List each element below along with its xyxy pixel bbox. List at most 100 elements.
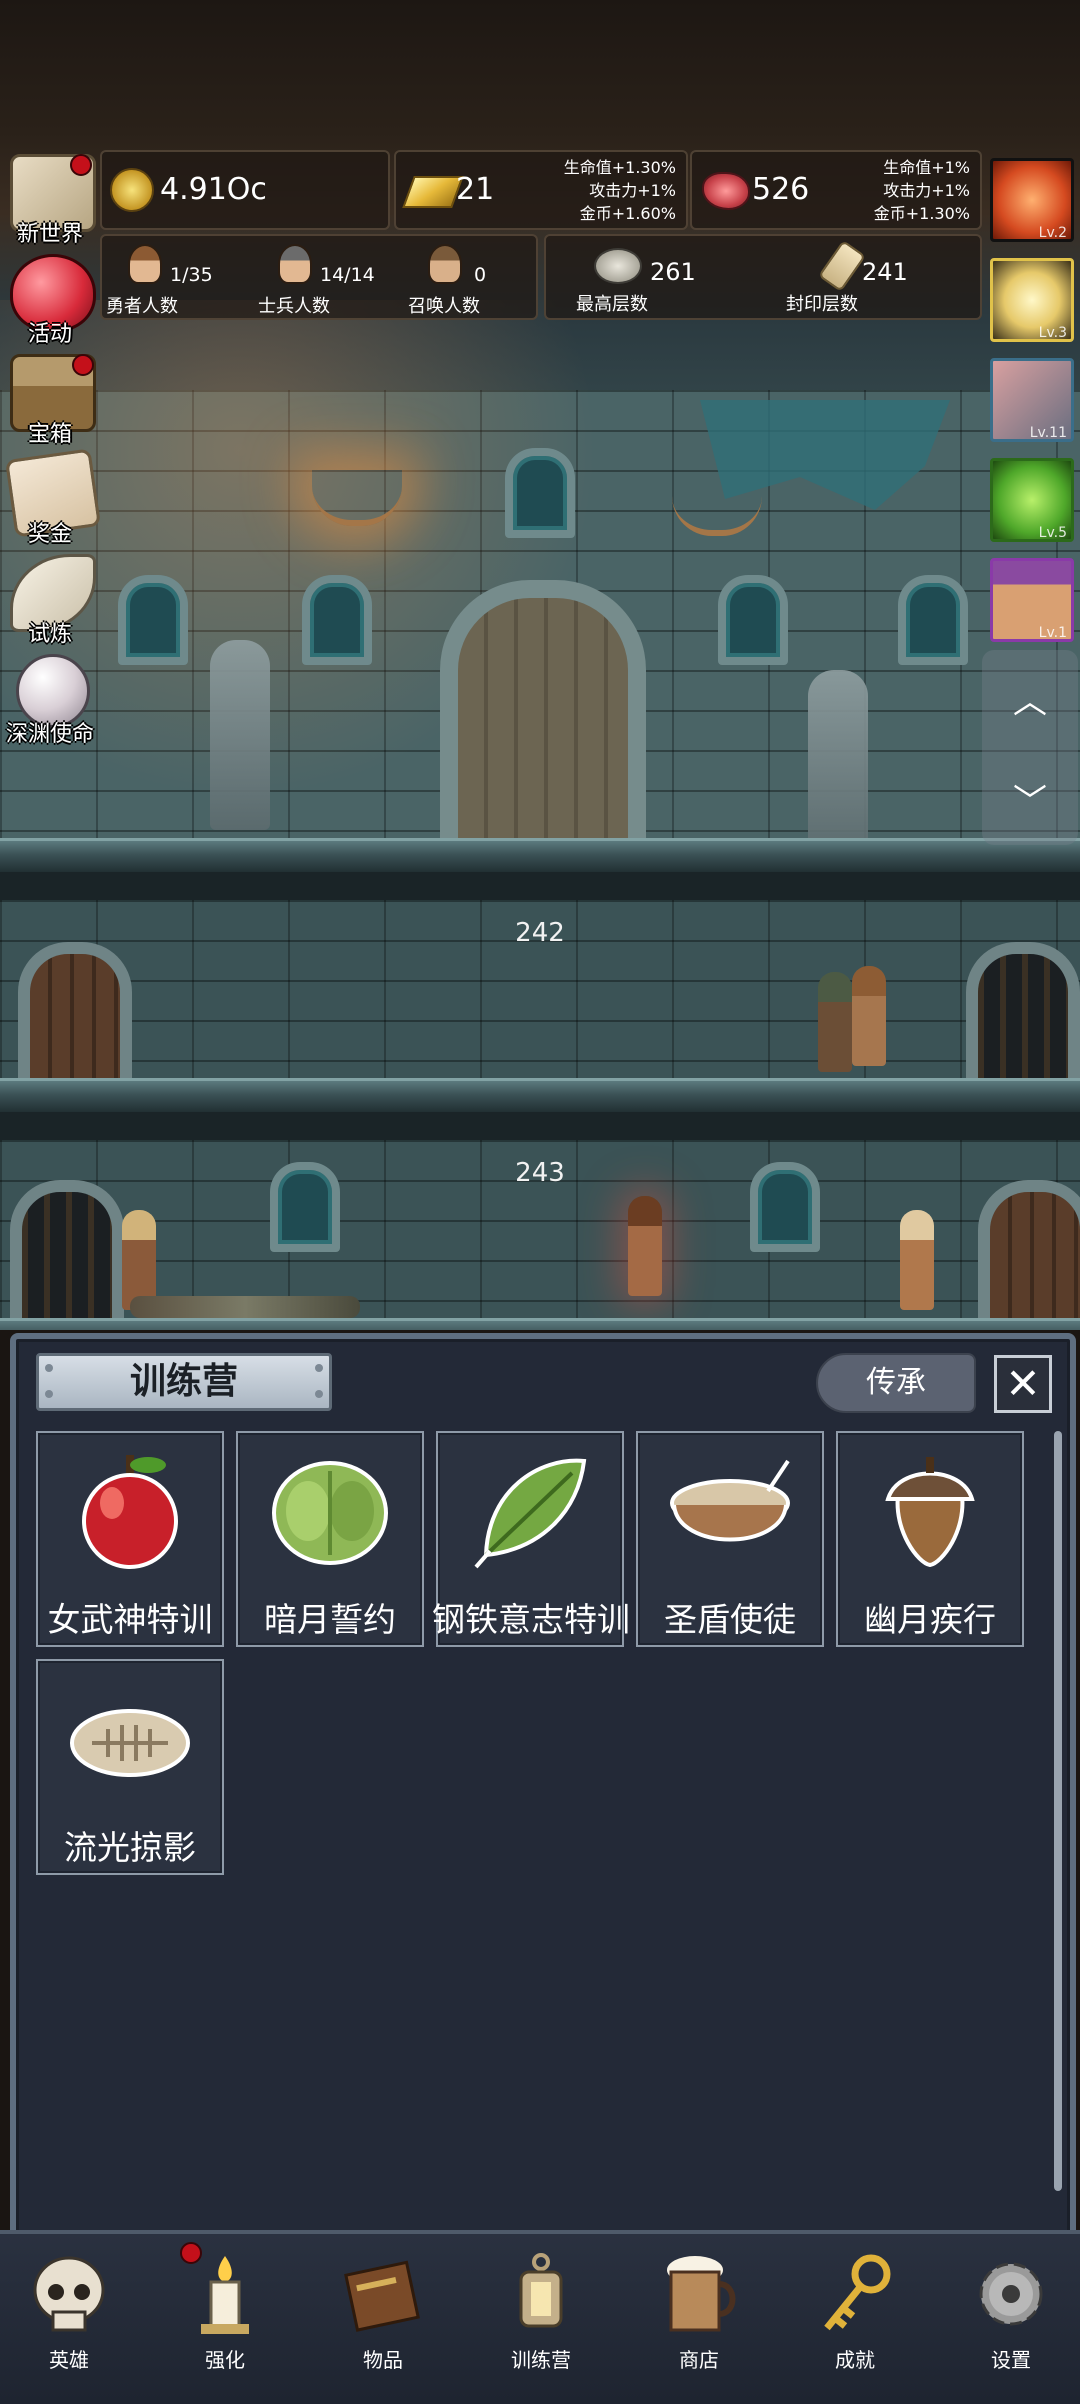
scroll-down-button[interactable]: ﹀ (1010, 774, 1050, 822)
floor-ledge-shadow (0, 1112, 1080, 1142)
side-item-label: 奖金 (27, 522, 72, 547)
training-card-label: 圣盾使徒 (664, 1600, 796, 1639)
nav-achievements[interactable]: 成就 (790, 2242, 920, 2392)
training-card-dark-moon[interactable]: 暗月誓约 (236, 1431, 424, 1647)
coin-panel: 4.91Oc (100, 150, 390, 230)
summon-count-value: 0 (474, 264, 487, 286)
soldier-count-value: 14/14 (320, 264, 375, 286)
window-arch (270, 1162, 340, 1252)
training-card-valkyrie[interactable]: 女武神特训 (36, 1431, 224, 1647)
buff-scroll[interactable]: Lv.11 (990, 358, 1074, 442)
side-item-bonus[interactable]: 奖金 (0, 448, 102, 550)
nav-label: 商店 (679, 2348, 719, 2372)
window-arch (718, 575, 788, 665)
main-gate (440, 580, 646, 858)
side-item-label: 试炼 (27, 622, 72, 647)
meat-panel: 526 生命值+1% 攻击力+1% 金币+1.30% (690, 150, 982, 230)
summon-count-label: 召唤人数 (408, 296, 480, 317)
highest-floor-label: 最高层数 (576, 294, 648, 315)
knight-statue (808, 670, 868, 860)
training-card-label: 女武神特训 (47, 1600, 213, 1639)
nav-settings[interactable]: 设置 (946, 2242, 1076, 2392)
knight-statue (210, 640, 270, 830)
nav-items[interactable]: 物品 (318, 2242, 448, 2392)
gold-bonus-list: 生命值+1.30% 攻击力+1% 金币+1.60% (564, 156, 676, 225)
training-card-label: 流光掠影 (64, 1828, 196, 1867)
wooden-door (18, 942, 132, 1084)
rivet (315, 1390, 323, 1398)
panel-scrollbar[interactable] (1054, 1431, 1062, 2191)
buff-level: Lv.11 (1029, 425, 1067, 441)
training-card-iron-will[interactable]: 钢铁意志特训 (432, 1431, 630, 1647)
apple-icon (82, 1455, 178, 1569)
gold-bonus-hp: 生命值+1.30% (563, 158, 676, 177)
gold-value: 21 (456, 172, 495, 207)
gear-icon (979, 2262, 1043, 2326)
notification-dot (180, 2242, 202, 2264)
nav-training-camp[interactable]: 训练营 (476, 2242, 606, 2392)
floors-panel: 261 最高层数 241 封印层数 (544, 234, 982, 320)
window-arch (118, 575, 188, 665)
scroll-up-button[interactable]: ︿ (1010, 674, 1050, 722)
leaf-icon (474, 1458, 587, 1569)
notification-dot (70, 154, 92, 176)
floor-scroll-controls: ︿ ﹀ (982, 650, 1078, 845)
buff-portrait[interactable]: Lv.1 (990, 558, 1074, 642)
buff-level: Lv.3 (1038, 325, 1067, 341)
window-arch (505, 448, 575, 538)
key-icon (824, 2254, 891, 2331)
highest-floor-value: 261 (650, 258, 696, 286)
nav-shop[interactable]: 商店 (634, 2242, 764, 2392)
sealed-floor-icon (817, 239, 867, 293)
book-icon (344, 2260, 420, 2332)
hero-swordsman (852, 966, 886, 1066)
training-card-holy-shield[interactable]: 圣盾使徒 (636, 1431, 824, 1647)
candle-icon (201, 2256, 249, 2334)
beer-mug-icon (667, 2256, 736, 2332)
close-button[interactable]: ✕ (994, 1355, 1052, 1413)
inherit-button[interactable]: 传承 (816, 1353, 976, 1413)
meat-bonus-hp: 生命值+1% (883, 158, 970, 177)
lantern-icon (519, 2253, 563, 2328)
coin-value: 4.91Oc (160, 172, 267, 207)
window-arch (750, 1162, 820, 1252)
nav-label: 训练营 (511, 2348, 571, 2372)
nav-heroes[interactable]: 英雄 (4, 2242, 134, 2392)
panel-title-text: 训练营 (129, 1361, 238, 1402)
floor-number-243: 243 (515, 1158, 565, 1188)
coin-icon (110, 168, 154, 212)
side-item-trial[interactable]: 试炼 (0, 550, 100, 650)
highest-floor-icon (594, 248, 642, 284)
buff-slime[interactable]: Lv.5 (990, 458, 1074, 542)
nav-enhance[interactable]: 强化 (160, 2242, 290, 2392)
side-item-event[interactable]: 活动 (0, 250, 100, 350)
training-card-streamer[interactable]: 流光掠影 (36, 1659, 224, 1875)
floor-ledge (0, 838, 1080, 875)
buff-candle[interactable]: Lv.3 (990, 258, 1074, 342)
side-item-abyss-mission[interactable]: 深渊使命 (0, 650, 100, 750)
hero-witch (628, 1196, 662, 1296)
soldier-count-label: 士兵人数 (258, 296, 330, 317)
nav-label: 英雄 (49, 2348, 89, 2372)
training-card-dark-moon-sprint[interactable]: 幽月疾行 (836, 1431, 1024, 1647)
summon-count-icon (428, 244, 462, 284)
rivet (315, 1364, 323, 1372)
hero-swordswoman (900, 1210, 934, 1310)
side-item-chest[interactable]: 宝箱 (0, 350, 100, 450)
floor-number-242: 242 (515, 918, 565, 948)
sealed-floor-value: 241 (862, 258, 908, 286)
window-arch (898, 575, 968, 665)
window-arch (302, 575, 372, 665)
buff-apple[interactable]: Lv.2 (990, 158, 1074, 242)
gold-bonus-coin: 金币+1.60% (579, 204, 676, 223)
training-card-label: 暗月誓约 (264, 1600, 396, 1639)
side-item-label: 新世界 (16, 222, 83, 247)
hero-count-icon (128, 244, 162, 284)
training-card-label: 幽月疾行 (864, 1600, 996, 1639)
population-panel: 1/35 勇者人数 14/14 士兵人数 0 召唤人数 (100, 234, 538, 320)
meat-bonus-attack: 攻击力+1% (883, 181, 970, 200)
porridge-bowl-icon (670, 1459, 790, 1542)
side-item-new-world[interactable]: 新世界 (0, 150, 100, 250)
hero-count-label: 勇者人数 (106, 296, 178, 317)
enemy-zombie (818, 972, 852, 1072)
